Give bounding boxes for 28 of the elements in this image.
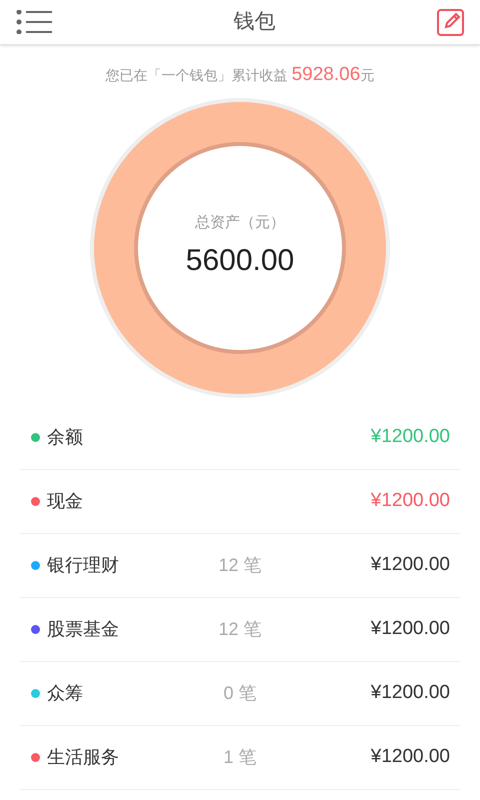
- menu-icon[interactable]: [16, 10, 52, 34]
- account-name: 生活服务: [47, 746, 119, 768]
- earnings-summary: 您已在「一个钱包」累计收益 5928.06元: [106, 63, 374, 87]
- account-row[interactable]: 众筹 0 笔 ¥1200.00: [20, 662, 460, 726]
- account-amount: ¥1200.00: [370, 616, 450, 641]
- account-name: 银行理财: [47, 554, 119, 576]
- account-row[interactable]: 银行理财 12 笔 ¥1200.00: [20, 534, 460, 598]
- account-row[interactable]: 股票基金 12 笔 ¥1200.00: [20, 598, 460, 662]
- account-amount: ¥1200.00: [370, 424, 450, 449]
- account-row[interactable]: 余额 ¥1200.00: [20, 406, 460, 470]
- account-row[interactable]: 现金 ¥1200.00: [20, 470, 460, 534]
- record-count: 12 笔: [218, 554, 262, 576]
- account-amount: ¥1200.00: [370, 552, 450, 577]
- account-amount: ¥1200.00: [370, 488, 450, 513]
- account-name: 现金: [47, 490, 83, 512]
- record-count: 12 笔: [218, 618, 262, 640]
- edit-icon[interactable]: [437, 8, 464, 36]
- record-count: 0 笔: [223, 682, 256, 704]
- account-amount: ¥1200.00: [370, 680, 450, 705]
- header-title: 钱包: [232, 9, 276, 36]
- account-name: 众筹: [47, 682, 83, 704]
- account-name: 余额: [47, 426, 83, 448]
- account-amount: ¥1200.00: [370, 744, 450, 769]
- account-name: 股票基金: [47, 618, 119, 640]
- account-row[interactable]: 生活服务 1 笔 ¥1200.00: [20, 726, 460, 790]
- total-value: 5600.00: [186, 243, 294, 280]
- total-label: 总资产（元）: [195, 212, 285, 233]
- record-count: 1 笔: [223, 746, 256, 768]
